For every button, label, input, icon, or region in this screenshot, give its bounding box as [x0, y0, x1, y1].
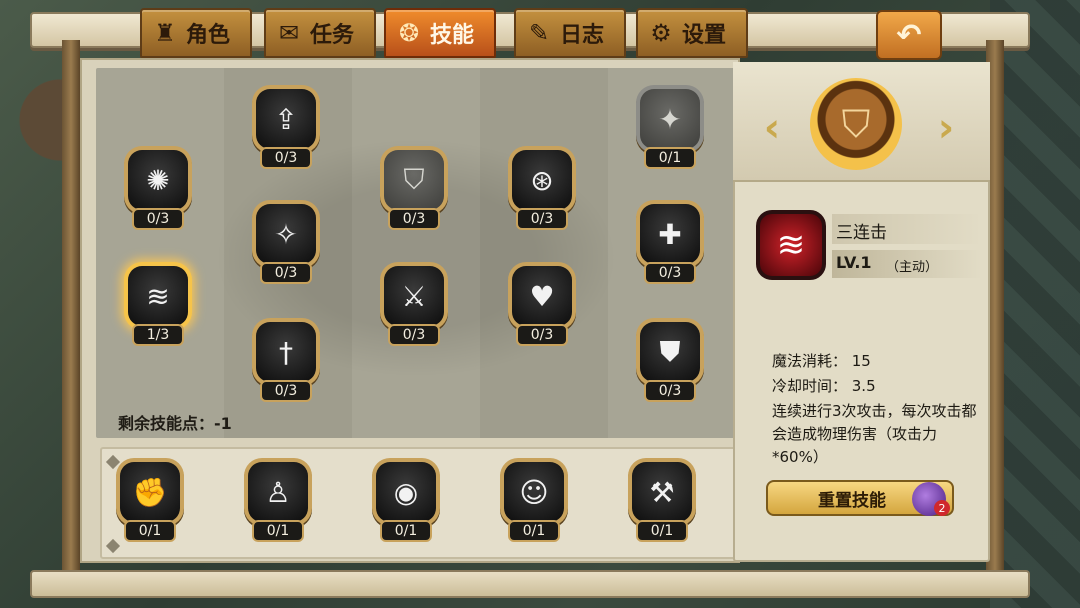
skill-level-count: 0/3	[260, 262, 312, 284]
skill-node-burst[interactable]: ✺ 0/3	[120, 146, 196, 238]
fist-sparkle-icon: ✊	[120, 462, 180, 522]
potion-heart-icon: ♥	[512, 266, 572, 326]
passive-skill-fist[interactable]: ✊ 0/1	[112, 458, 188, 550]
skill-description: 连续进行3次攻击，每次攻击都会造成物理伤害（攻击力*60%）	[772, 402, 977, 466]
skill-node-triple-strike[interactable]: ≋ 1/3	[120, 262, 196, 354]
tab-journal[interactable]: ✎ 日志	[514, 8, 626, 58]
skill-node-sword-sparkle[interactable]: ✧ 0/3	[248, 200, 324, 292]
skill-level-count: 0/1	[124, 520, 176, 542]
scroll-icon: ✉	[278, 19, 300, 47]
frame-bottom-board	[30, 570, 1030, 598]
skill-node-sword[interactable]: † 0/3	[248, 318, 324, 410]
helmet-icon: ♜	[154, 19, 176, 47]
reset-cost-badge: 2	[934, 500, 950, 516]
skill-level-count: 0/3	[644, 262, 696, 284]
skill-type: （主动）	[886, 260, 939, 275]
passive-skill-eye[interactable]: ◉ 0/1	[368, 458, 444, 550]
skill-level-count: 0/1	[508, 520, 560, 542]
passive-skill-claw[interactable]: ⚒ 0/1	[624, 458, 700, 550]
skill-name: 三连击	[836, 223, 887, 243]
claw-icon: ⚒	[632, 462, 692, 522]
triple-strike-icon: ≋	[756, 210, 826, 280]
gear-icon: ⚙	[650, 19, 672, 47]
slash-icon: ≋	[128, 266, 188, 326]
skill-node-spiral-up[interactable]: ⇪ 0/3	[248, 85, 324, 177]
tab-settings[interactable]: ⚙ 设置	[636, 8, 748, 58]
skill-level-count: 0/3	[644, 380, 696, 402]
skill-level-count: 0/3	[516, 324, 568, 346]
next-class-arrow-icon[interactable]: ›	[926, 105, 966, 151]
skill-level-count: 0/3	[388, 208, 440, 230]
potion-swirl-icon: ⊛	[512, 150, 572, 210]
skill-scroll-icon: ❂	[398, 19, 420, 47]
back-arrow-icon: ↶	[896, 17, 922, 53]
shield-emblem-icon: ⛉	[810, 78, 902, 170]
skill-level-count: 0/1	[380, 520, 432, 542]
tab-character[interactable]: ♜ 角色	[140, 8, 252, 58]
figure-pillar-icon: ♙	[248, 462, 308, 522]
back-button[interactable]: ↶	[876, 10, 942, 60]
guard-shield-icon: ⛊	[640, 322, 700, 382]
tab-quests[interactable]: ✉ 任务	[264, 8, 376, 58]
cooldown: 冷却时间： 3.5	[772, 377, 876, 395]
healing-wings-icon: ✚	[640, 204, 700, 264]
skill-level-count: 0/3	[260, 147, 312, 169]
sword-icon: †	[256, 322, 316, 382]
skill-level-count: 0/3	[388, 324, 440, 346]
tab-skills[interactable]: ❂ 技能	[384, 8, 496, 58]
skill-level-count: 0/3	[260, 380, 312, 402]
burst-icon: ✺	[128, 150, 188, 210]
skill-level-count: 0/1	[636, 520, 688, 542]
skill-node-compass-star[interactable]: ✦ 0/1	[632, 85, 708, 177]
skill-level-count: 0/1	[644, 147, 696, 169]
skill-node-guard-shield[interactable]: ⛊ 0/3	[632, 318, 708, 410]
skill-level-count: 1/3	[132, 324, 184, 346]
frame-left-pole	[62, 40, 80, 580]
compass-star-icon: ✦	[640, 89, 700, 149]
skill-node-potion-swirl[interactable]: ⊛ 0/3	[504, 146, 580, 238]
remaining-skill-points: 剩余技能点：-1	[118, 414, 232, 433]
passive-skill-halo[interactable]: ☺ 0/1	[496, 458, 572, 550]
passive-skill-figure[interactable]: ♙ 0/1	[240, 458, 316, 550]
skill-level-count: 0/1	[252, 520, 304, 542]
skill-node-sword-shield[interactable]: ⚔ 0/3	[376, 262, 452, 354]
skill-level-count: 0/3	[516, 208, 568, 230]
skill-node-healing-wings[interactable]: ✚ 0/3	[632, 200, 708, 292]
mana-cost: 魔法消耗： 15	[772, 352, 871, 370]
sword-shield-icon: ⚔	[384, 266, 444, 326]
sword-sparkle-icon: ✧	[256, 204, 316, 264]
spiral-up-icon: ⇪	[256, 89, 316, 149]
halo-figure-icon: ☺	[504, 462, 564, 522]
shield-icon: ⛉	[384, 150, 444, 210]
skill-level-count: 0/3	[132, 208, 184, 230]
skill-level: LV.1	[836, 253, 872, 272]
skill-node-potion-heart[interactable]: ♥ 0/3	[504, 262, 580, 354]
prev-class-arrow-icon[interactable]: ‹	[752, 105, 792, 151]
eye-icon: ◉	[376, 462, 436, 522]
skill-node-shield-up[interactable]: ⛉ 0/3	[376, 146, 452, 238]
feather-icon: ✎	[528, 19, 550, 47]
